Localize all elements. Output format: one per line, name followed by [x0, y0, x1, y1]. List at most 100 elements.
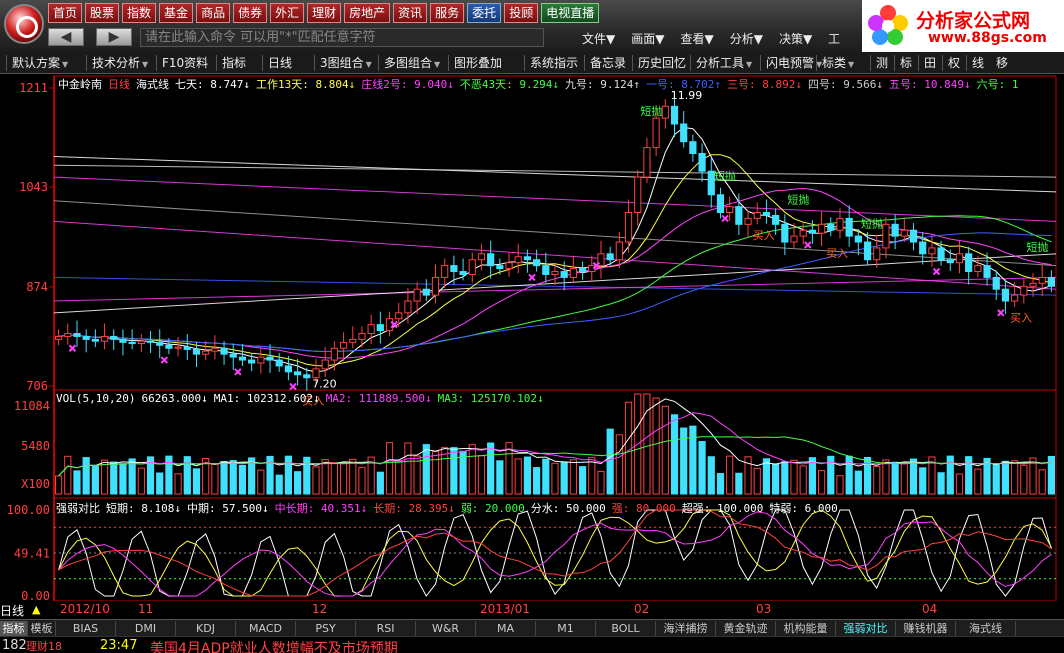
period-dropdown-icon[interactable]: ▲	[32, 603, 40, 616]
nav-button-7[interactable]: 理财	[307, 3, 342, 23]
menu-3[interactable]: 分析▼	[722, 30, 771, 47]
toolbar-item-4[interactable]: 日线	[268, 55, 292, 71]
indicator-tabs: 指标 模板 BIAS DMI KDJ MACD PSY RSI W&R MA M1 BOLL 海洋捕捞黄…	[0, 619, 1064, 636]
toolbar-item-12[interactable]: 闪电预警	[766, 55, 822, 71]
forward-button[interactable]: ▶	[96, 28, 132, 46]
nav-button-8[interactable]: 房地产	[344, 3, 391, 23]
nav-button-1[interactable]: 股票	[85, 3, 120, 23]
toolbar-item-9[interactable]: 备忘录	[590, 55, 626, 71]
indicator-tab-14[interactable]: 机构能量	[776, 621, 836, 636]
toolbar-item-11[interactable]: 分析工具	[696, 55, 752, 71]
menu-0[interactable]: 文件▼	[574, 30, 623, 47]
nav-button-12[interactable]: 投顾	[504, 3, 539, 23]
indicator-tab-16[interactable]: 赚钱机器	[896, 621, 956, 636]
menu-5[interactable]: 工	[820, 30, 848, 47]
candle-up	[385, 318, 394, 332]
indicator-tab-15[interactable]: 强弱对比	[836, 621, 896, 636]
toolbar-item-13[interactable]: 标类	[822, 55, 854, 71]
nav-button-4[interactable]: 商品	[196, 3, 231, 23]
indicator-tab-5[interactable]: MACD	[236, 621, 296, 636]
candle-down	[266, 356, 274, 361]
candle-down	[772, 214, 780, 225]
indicator-tab-4[interactable]: KDJ	[176, 621, 236, 636]
volume-bar	[873, 465, 881, 495]
toolbar-item-15[interactable]: 标	[900, 55, 912, 71]
toolbar-item-8[interactable]: 系统指示	[530, 55, 578, 71]
candle-up	[928, 247, 936, 255]
indicator-tab-10[interactable]: M1	[536, 621, 596, 636]
candle-down	[680, 123, 688, 143]
candle-down	[578, 268, 587, 273]
candle-down	[422, 288, 430, 296]
nav-button-0[interactable]: 首页	[48, 3, 83, 23]
nav-button-11[interactable]: 委托	[467, 3, 502, 23]
volume-bar	[937, 472, 945, 495]
toolbar-item-1[interactable]: 技术分析	[92, 55, 148, 71]
volume-bar	[772, 463, 780, 495]
volume-bar	[965, 456, 973, 495]
toolbar-item-18[interactable]: 线	[972, 55, 984, 71]
status-bar: 182 理财18 23:47 美国4月ADP就业人数增幅不及市场预期	[0, 636, 1064, 653]
toolbar-item-3[interactable]: 指标	[222, 55, 246, 71]
toolbar-item-17[interactable]: 权	[948, 55, 960, 71]
menu-4[interactable]: 决策▼	[771, 30, 820, 47]
volume-bar	[413, 455, 421, 495]
indicator-tab-7[interactable]: RSI	[356, 621, 416, 636]
vol_info-item-4: MA3: 125170.102↓	[437, 392, 544, 405]
nav-button-5[interactable]: 债券	[233, 3, 268, 23]
indicator-tab-6[interactable]: PSY	[296, 621, 356, 636]
nav-button-3[interactable]: 基金	[159, 3, 194, 23]
indicator-tab-12[interactable]: 海洋捕捞	[656, 621, 716, 636]
volume-bar	[284, 455, 293, 495]
indicator-tab-1[interactable]: 模板	[28, 621, 56, 636]
indicator-tab-13[interactable]: 黄金轨迹	[716, 621, 776, 636]
menu-2[interactable]: 查看▼	[672, 30, 721, 47]
date-label: 03	[756, 602, 772, 616]
indicator-tab-17[interactable]: 海式线	[956, 621, 1016, 636]
date-label: 11	[138, 602, 154, 616]
toolbar-separator	[870, 55, 871, 71]
volume-bar	[726, 455, 734, 495]
toolbar-item-6[interactable]: 多图组合	[384, 55, 440, 71]
command-input[interactable]: 请在此输入命令 可以用"*"匹配任意字符	[140, 28, 544, 47]
nav-button-2[interactable]: 指数	[122, 3, 157, 23]
toolbar-item-7[interactable]: 图形叠加	[454, 55, 502, 71]
indicator-tab-9[interactable]: MA	[476, 621, 536, 636]
toolbar-item-2[interactable]: F10资料	[162, 55, 208, 71]
buy-signal: 买入	[753, 229, 775, 242]
nav-button-10[interactable]: 服务	[430, 3, 465, 23]
volume-bar	[836, 475, 844, 495]
toolbar-item-10[interactable]: 历史回忆	[638, 55, 686, 71]
toolbar-item-5[interactable]: 3图组合	[320, 55, 372, 71]
news-ticker[interactable]: 美国4月ADP就业人数增幅不及市场预期	[150, 638, 398, 653]
period-selector[interactable]: 日线	[0, 602, 24, 619]
volume-bar	[183, 456, 191, 495]
volume-bar	[294, 471, 302, 495]
date-label: 02	[634, 602, 650, 616]
app-logo[interactable]	[4, 4, 44, 44]
candle-down	[275, 359, 283, 367]
back-button[interactable]: ◀	[48, 28, 84, 46]
cross-marker	[721, 214, 729, 223]
indicator-tab-0[interactable]: 指标	[0, 621, 28, 636]
indicator-tab-8[interactable]: W&R	[416, 621, 476, 636]
indicator-tab-2[interactable]: BIAS	[56, 621, 116, 636]
toolbar-item-19[interactable]: 移	[996, 55, 1008, 71]
nav-button-9[interactable]: 资讯	[393, 3, 428, 23]
osc_info-item-9: 特弱: 6.000	[769, 502, 838, 515]
candle-up	[395, 312, 403, 320]
toolbar-item-16[interactable]: 田	[924, 55, 936, 71]
toolbar-item-14[interactable]: 测	[876, 55, 888, 71]
toolbar-item-0[interactable]: 默认方案	[12, 55, 68, 71]
nav-button-6[interactable]: 外汇	[270, 3, 305, 23]
menu-1[interactable]: 画面▼	[623, 30, 672, 47]
candle-down	[542, 265, 550, 275]
toolbar-separator	[378, 55, 379, 71]
nav-button-13[interactable]: 电视直播	[541, 3, 600, 23]
indicator-tab-11[interactable]: BOLL	[596, 621, 656, 636]
indicator-tab-3[interactable]: DMI	[116, 621, 176, 636]
candle-down	[183, 346, 191, 350]
main_info-item-1: 日线	[108, 78, 130, 91]
candle-down	[965, 253, 973, 273]
candle-up	[257, 356, 265, 364]
